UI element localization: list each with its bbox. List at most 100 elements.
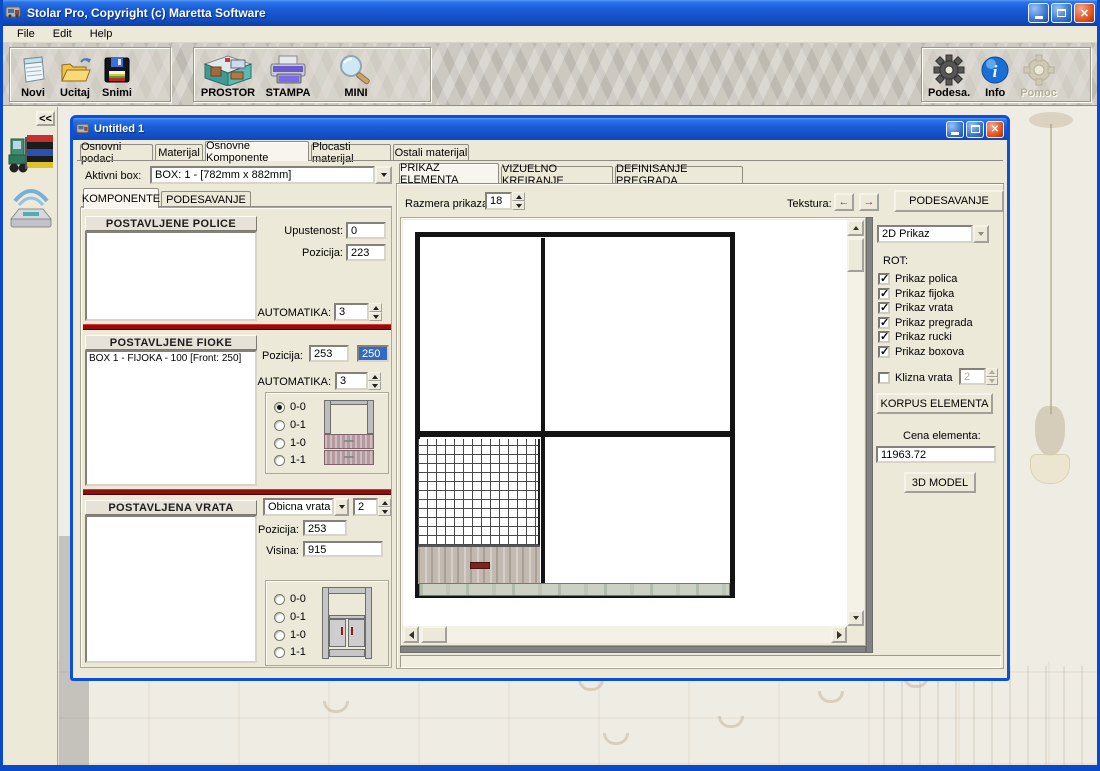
vrata-type-arrow[interactable] xyxy=(334,498,349,516)
vrata-count-value[interactable]: 2 xyxy=(353,498,378,516)
document-minimize-button[interactable] xyxy=(946,121,964,138)
vrata-listbox[interactable] xyxy=(85,515,257,663)
mini-button[interactable]: MINI xyxy=(334,50,378,99)
tab-prikaz-elementa[interactable]: PRIKAZ ELEMENTA xyxy=(399,163,499,183)
ucitaj-button[interactable]: Ucitaj xyxy=(58,50,92,99)
razmera-down[interactable] xyxy=(512,201,525,210)
tekstura-prev-button[interactable]: ← xyxy=(834,193,854,211)
hscroll-left-button[interactable] xyxy=(403,626,419,643)
close-button[interactable]: ✕ xyxy=(1074,3,1095,23)
fioke-header: POSTAVLJENE FIOKE xyxy=(85,335,257,350)
police-automatika-label: AUTOMATIKA: xyxy=(231,307,331,319)
prikaz-fijoka-checkbox[interactable] xyxy=(878,288,890,300)
podesavanje-button[interactable]: PODESAVANJE xyxy=(894,190,1004,212)
prikaz-polica-checkbox[interactable] xyxy=(878,273,890,285)
vrata-pozicija-field[interactable]: 253 xyxy=(303,520,347,536)
korpus-elementa-button[interactable]: KORPUS ELEMENTA xyxy=(876,393,993,414)
aktivni-box-label: Aktivni box: xyxy=(85,170,141,182)
fioke-automatika-up[interactable] xyxy=(368,372,381,381)
model-3d-button[interactable]: 3D MODEL xyxy=(904,472,976,493)
fioke-automatika-value[interactable]: 3 xyxy=(335,372,368,390)
fioke-list-item[interactable]: BOX 1 - FIJOKA - 100 [Front: 250] xyxy=(89,353,253,364)
menu-help[interactable]: Help xyxy=(82,27,121,41)
stampa-button[interactable]: STAMPA xyxy=(264,50,312,99)
vrata-radio-0-0[interactable] xyxy=(274,594,285,605)
prikaz-boxova-checkbox[interactable] xyxy=(878,346,890,358)
vrata-count-up[interactable] xyxy=(378,498,391,507)
tab-vizuelno-kreiranje[interactable]: VIZUELNO KREIRANJE xyxy=(501,166,613,183)
tab-definisanje-pregrada[interactable]: DEFINISANJE PREGRADA xyxy=(615,166,743,183)
vrata-visina-field[interactable]: 915 xyxy=(303,541,383,557)
hscroll-right-button[interactable] xyxy=(831,626,847,643)
prikaz-pregrada-checkbox[interactable] xyxy=(878,317,890,329)
vrata-count-down[interactable] xyxy=(378,507,391,516)
document-title: Untitled 1 xyxy=(94,123,144,135)
police-automatika-spinner: 3 xyxy=(334,303,382,321)
vscroll-thumb[interactable] xyxy=(847,238,864,272)
tab-ostali-materijal[interactable]: Ostali materijal xyxy=(393,144,469,161)
tab-osnovni-podaci[interactable]: Osnovni podaci xyxy=(80,144,153,161)
document-maximize-button[interactable] xyxy=(966,121,984,138)
tab-komponente[interactable]: KOMPONENTE xyxy=(83,188,159,208)
notepad-icon xyxy=(16,54,50,86)
fioke-radio-0-1[interactable] xyxy=(274,420,285,431)
info-button[interactable]: i Info xyxy=(978,50,1012,99)
scanner-icon[interactable] xyxy=(9,185,53,234)
hscroll-thumb[interactable] xyxy=(421,626,447,643)
razmera-up[interactable] xyxy=(512,192,525,201)
menu-file[interactable]: File xyxy=(9,27,43,41)
tab-osnovne-komponente[interactable]: Osnovne Komponente xyxy=(205,141,309,161)
document-close-button[interactable]: ✕ xyxy=(986,121,1004,138)
menu-edit[interactable]: Edit xyxy=(45,27,80,41)
police-pozicija-field[interactable]: 223 xyxy=(346,244,386,261)
sidebar-collapse-button[interactable]: << xyxy=(36,111,55,126)
view-mode-arrow[interactable] xyxy=(973,225,989,243)
rot-label: ROT: xyxy=(883,255,908,267)
prikaz-vrata-checkbox[interactable] xyxy=(878,302,890,314)
vscroll-down-button[interactable] xyxy=(847,610,864,626)
razmera-value[interactable]: 18 xyxy=(485,192,512,210)
horizontal-splitter[interactable] xyxy=(400,646,866,653)
podesa-button[interactable]: Podesa. xyxy=(928,50,970,99)
fioke-front-field[interactable]: 250 xyxy=(357,345,389,362)
klizna-vrata-checkbox[interactable] xyxy=(878,372,890,384)
upustenost-field[interactable]: 0 xyxy=(346,222,386,239)
canvas-hscrollbar[interactable] xyxy=(403,626,847,643)
vrata-type-dropdown[interactable]: Obicna vrata xyxy=(263,498,349,516)
prostor-button[interactable]: PROSTOR xyxy=(200,50,256,99)
aktivni-box-dropdown[interactable]: BOX: 1 - [782mm x 882mm] xyxy=(150,166,392,184)
fioke-radio-1-1[interactable] xyxy=(274,455,285,466)
toolbar-tools-group: PROSTOR STAMPA MINI xyxy=(193,47,431,102)
tekstura-next-button[interactable]: → xyxy=(859,193,879,211)
vrata-radio-0-1[interactable] xyxy=(274,612,285,623)
vrata-radio-0-1-label: 0-1 xyxy=(290,611,306,623)
svg-text:i: i xyxy=(993,62,998,81)
snimi-button[interactable]: Snimi xyxy=(100,50,134,99)
canvas-vscrollbar[interactable] xyxy=(847,220,864,626)
fioke-automatika-down[interactable] xyxy=(368,381,381,390)
window-bottom-frame xyxy=(0,765,1100,771)
view-mode-dropdown[interactable]: 2D Prikaz xyxy=(877,225,989,243)
prikaz-rucki-checkbox[interactable] xyxy=(878,331,890,343)
fioke-listbox[interactable]: BOX 1 - FIJOKA - 100 [Front: 250] xyxy=(85,350,257,486)
novi-button[interactable]: Novi xyxy=(16,50,50,99)
drawing-canvas[interactable] xyxy=(403,220,847,626)
fioke-radio-1-0[interactable] xyxy=(274,438,285,449)
tab-plocasti-materijal[interactable]: Plocasti materijal xyxy=(311,144,391,161)
vrata-radio-1-1[interactable] xyxy=(274,647,285,658)
police-automatika-up[interactable] xyxy=(369,303,382,312)
fioke-automatika-spinner: 3 xyxy=(335,372,381,390)
forklift-icon[interactable] xyxy=(7,129,55,186)
fioke-pozicija-field[interactable]: 253 xyxy=(309,345,349,362)
cena-field[interactable]: 11963.72 xyxy=(876,446,996,463)
minimize-button[interactable] xyxy=(1028,3,1049,23)
aktivni-box-arrow[interactable] xyxy=(375,166,392,184)
police-automatika-value[interactable]: 3 xyxy=(334,303,369,321)
vscroll-up-button[interactable] xyxy=(847,220,864,236)
fioke-radio-0-0[interactable] xyxy=(274,402,285,413)
vertical-splitter[interactable] xyxy=(866,217,873,653)
maximize-button[interactable] xyxy=(1051,3,1072,23)
police-automatika-down[interactable] xyxy=(369,312,382,321)
vrata-radio-1-0[interactable] xyxy=(274,630,285,641)
tab-materijal[interactable]: Materijal xyxy=(155,144,203,161)
